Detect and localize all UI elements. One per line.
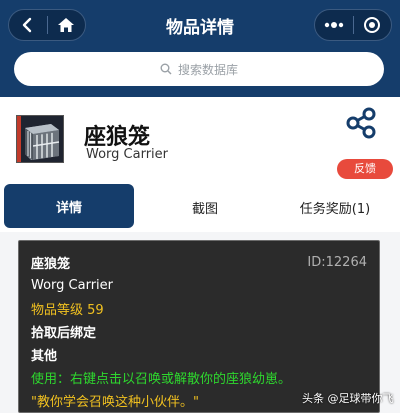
nav-right-capsule xyxy=(314,9,392,41)
item-name-en: Worg Carrier xyxy=(86,147,169,162)
tab-quest-rewards[interactable]: 任务奖励(1) xyxy=(270,182,400,232)
item-category: 其他 xyxy=(31,349,58,364)
target-icon xyxy=(364,17,381,33)
cage-icon xyxy=(17,116,63,162)
bind-type: 拾取后绑定 xyxy=(31,326,97,341)
detail-name-en: Worg Carrier xyxy=(31,278,114,293)
share-icon xyxy=(346,107,376,139)
use-effect: 使用：右键点击以召唤或解散你的座狼幼崽。 xyxy=(31,372,292,387)
item-level: 物品等级 59 xyxy=(31,303,104,318)
home-icon xyxy=(58,18,75,32)
watermark: 头条 @足球带你飞 xyxy=(302,392,394,405)
top-bar: 物品详情 搜索数据库 xyxy=(0,0,400,97)
search-icon xyxy=(160,63,172,75)
item-id: ID:12264 xyxy=(307,255,367,270)
search-placeholder: 搜索数据库 xyxy=(177,62,238,77)
more-dots-icon xyxy=(324,22,343,28)
item-tooltip-panel: 座狼笼 ID:12264 Worg Carrier 物品等级 59 拾取后绑定 … xyxy=(18,240,380,413)
more-button[interactable] xyxy=(315,10,353,40)
back-button[interactable] xyxy=(9,10,47,40)
back-icon xyxy=(22,17,31,33)
feedback-button[interactable]: 反馈 xyxy=(337,159,393,179)
detail-name-cn: 座狼笼 xyxy=(31,257,71,272)
tab-bar: 详情 截图 任务奖励(1) xyxy=(0,182,400,232)
item-icon xyxy=(16,115,64,163)
search-input[interactable]: 搜索数据库 xyxy=(14,52,384,86)
flavor-text: "教你学会召唤这种小伙伴。" xyxy=(31,395,199,410)
home-button[interactable] xyxy=(48,10,86,40)
nav-left-capsule xyxy=(8,9,86,41)
tab-details[interactable]: 详情 xyxy=(4,184,134,228)
share-button[interactable] xyxy=(344,106,378,140)
close-miniprogram-button[interactable] xyxy=(354,10,392,40)
tab-screenshots[interactable]: 截图 xyxy=(140,182,270,232)
page-title: 物品详情 xyxy=(166,18,234,38)
